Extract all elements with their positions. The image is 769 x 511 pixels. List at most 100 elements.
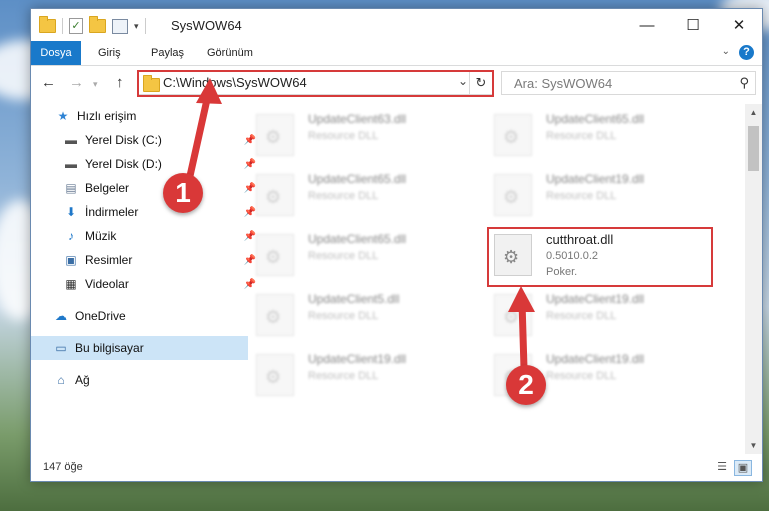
sidebar-item-label: Yerel Disk (C:) [85, 133, 162, 147]
dll-file-icon: ⚙ [494, 114, 532, 156]
file-name: UpdateClient65.dll [546, 112, 645, 126]
file-explorer-window: ✓ ▾ SysWOW64 — ☐ ✕ Dosya Giriş Paylaş Gö… [30, 8, 763, 482]
gear-icon: ⚙ [503, 127, 520, 147]
close-button[interactable]: ✕ [716, 9, 762, 41]
dll-file-icon: ⚙ [256, 114, 294, 156]
expand-ribbon-chevron-icon[interactable]: ⌄ [722, 46, 730, 57]
dll-file-icon: ⚙ [256, 294, 294, 336]
recent-locations-chevron-icon[interactable]: ▾ [93, 79, 98, 90]
toolbar-separator [144, 18, 146, 34]
item-count: 147 öğe [43, 461, 83, 473]
file-name: UpdateClient19.dll [308, 352, 407, 366]
tab-share[interactable]: Paylaş [151, 41, 184, 65]
maximize-button[interactable]: ☐ [670, 9, 716, 41]
sidebar-item-downloads[interactable]: ⬇ İndirmeler 📌 [31, 200, 258, 224]
vertical-scrollbar[interactable]: ▲ ▼ [745, 104, 762, 454]
file-description: Resource DLL [308, 130, 379, 142]
forward-arrow-icon[interactable]: → [69, 74, 84, 91]
sidebar-item-pictures[interactable]: ▣ Resimler 📌 [31, 248, 258, 272]
file-name: UpdateClient19.dll [546, 172, 645, 186]
help-icon[interactable]: ? [739, 45, 754, 60]
dll-file-icon: ⚙ [256, 174, 294, 216]
scroll-down-arrow-icon[interactable]: ▼ [745, 437, 762, 454]
sidebar-item-label: Ağ [75, 373, 90, 387]
file-item[interactable]: ⚙ UpdateClient5.dll Resource DLL [246, 288, 466, 340]
sidebar-item-local-disk-c[interactable]: ▬ Yerel Disk (C:) 📌 [31, 128, 258, 152]
sidebar-item-this-pc[interactable]: ▭ Bu bilgisayar [31, 336, 248, 360]
callout-badge-2: 2 [506, 365, 546, 405]
search-box[interactable]: ⚲ [501, 71, 756, 95]
sidebar-item-videos[interactable]: ▦ Videolar 📌 [31, 272, 258, 296]
file-description: Resource DLL [546, 370, 617, 382]
file-highlight-box [487, 227, 713, 287]
sidebar-item-documents[interactable]: ▤ Belgeler 📌 [31, 176, 258, 200]
dll-file-icon: ⚙ [256, 234, 294, 276]
sidebar-item-label: Videolar [85, 277, 129, 291]
gear-icon: ⚙ [265, 127, 282, 147]
file-item[interactable]: ⚙ UpdateClient19.dll Resource DLL [484, 168, 704, 220]
sidebar-item-local-disk-d[interactable]: ▬ Yerel Disk (D:) 📌 [31, 152, 258, 176]
large-icons-view-icon[interactable]: ▣ [734, 460, 752, 476]
file-name: UpdateClient65.dll [308, 232, 407, 246]
dll-file-icon: ⚙ [256, 354, 294, 396]
properties-check-icon[interactable]: ✓ [69, 18, 83, 34]
file-item[interactable]: ⚙ UpdateClient65.dll Resource DLL [484, 108, 704, 160]
search-icon[interactable]: ⚲ [739, 75, 749, 91]
file-item[interactable]: ⚙ UpdateClient65.dll Resource DLL [246, 228, 466, 280]
sidebar-item-network[interactable]: ⌂ Ağ [31, 368, 248, 392]
scroll-thumb[interactable] [748, 126, 759, 171]
network-icon: ⌂ [57, 373, 65, 387]
computer-icon: ▭ [55, 341, 67, 355]
sidebar-item-music[interactable]: ♪ Müzik 📌 [31, 224, 258, 248]
address-highlight-box [137, 70, 494, 97]
scroll-up-arrow-icon[interactable]: ▲ [745, 104, 762, 121]
details-view-icon[interactable]: ☰ [714, 460, 730, 474]
gear-icon: ⚙ [503, 187, 520, 207]
status-bar: 147 öğe ☰ ▣ [31, 455, 762, 481]
file-name: UpdateClient5.dll [308, 292, 400, 306]
up-arrow-icon[interactable]: ↑ [116, 74, 124, 91]
tab-view[interactable]: Görünüm [207, 41, 253, 65]
back-arrow-icon[interactable]: ← [41, 74, 56, 91]
tab-file[interactable]: Dosya [31, 41, 81, 65]
callout-badge-1: 1 [163, 173, 203, 213]
new-folder-icon[interactable] [89, 16, 106, 33]
gear-icon: ⚙ [265, 187, 282, 207]
file-item[interactable]: ⚙ UpdateClient19.dll Resource DLL [484, 288, 704, 340]
toolbar-separator [62, 18, 63, 34]
sidebar-item-label: OneDrive [75, 309, 126, 323]
file-name: UpdateClient63.dll [308, 112, 407, 126]
file-item[interactable]: ⚙ UpdateClient19.dll Resource DLL [246, 348, 466, 400]
sidebar-item-label: Belgeler [85, 181, 130, 195]
sidebar-item-quick-access[interactable]: ★ Hızlı erişim [31, 104, 250, 128]
file-item[interactable]: ⚙ UpdateClient65.dll Resource DLL [246, 168, 466, 220]
gear-icon: ⚙ [503, 307, 520, 327]
file-description: Resource DLL [308, 190, 379, 202]
search-input[interactable] [512, 75, 696, 92]
documents-icon: ▤ [65, 181, 77, 195]
dll-file-icon: ⚙ [494, 294, 532, 336]
ribbon-tabs: Dosya Giriş Paylaş Görünüm ⌄ ? [31, 41, 762, 66]
folder-icon [39, 16, 56, 33]
star-icon: ★ [57, 109, 69, 123]
sidebar-item-onedrive[interactable]: ☁ OneDrive [31, 304, 248, 328]
gear-icon: ⚙ [265, 367, 282, 387]
drive-icon: ▬ [65, 133, 77, 147]
gear-icon: ⚙ [265, 247, 282, 267]
file-item[interactable]: ⚙ UpdateClient63.dll Resource DLL [246, 108, 466, 160]
drive-icon: ▬ [65, 157, 77, 171]
properties-icon[interactable] [112, 18, 128, 34]
tab-home[interactable]: Giriş [98, 41, 121, 65]
file-description: Resource DLL [308, 310, 379, 322]
customize-toolbar-dropdown-icon[interactable]: ▾ [134, 21, 139, 32]
title-bar: ✓ ▾ SysWOW64 — ☐ ✕ [31, 9, 762, 41]
minimize-button[interactable]: — [624, 9, 670, 41]
quick-access-toolbar: ✓ ▾ [39, 16, 146, 34]
file-description: Resource DLL [308, 370, 379, 382]
sidebar-item-label: Müzik [85, 229, 117, 243]
dll-file-icon: ⚙ [494, 174, 532, 216]
file-name: UpdateClient19.dll [546, 352, 645, 366]
file-name: UpdateClient65.dll [308, 172, 407, 186]
file-description: Resource DLL [546, 190, 617, 202]
file-description: Resource DLL [308, 250, 379, 262]
